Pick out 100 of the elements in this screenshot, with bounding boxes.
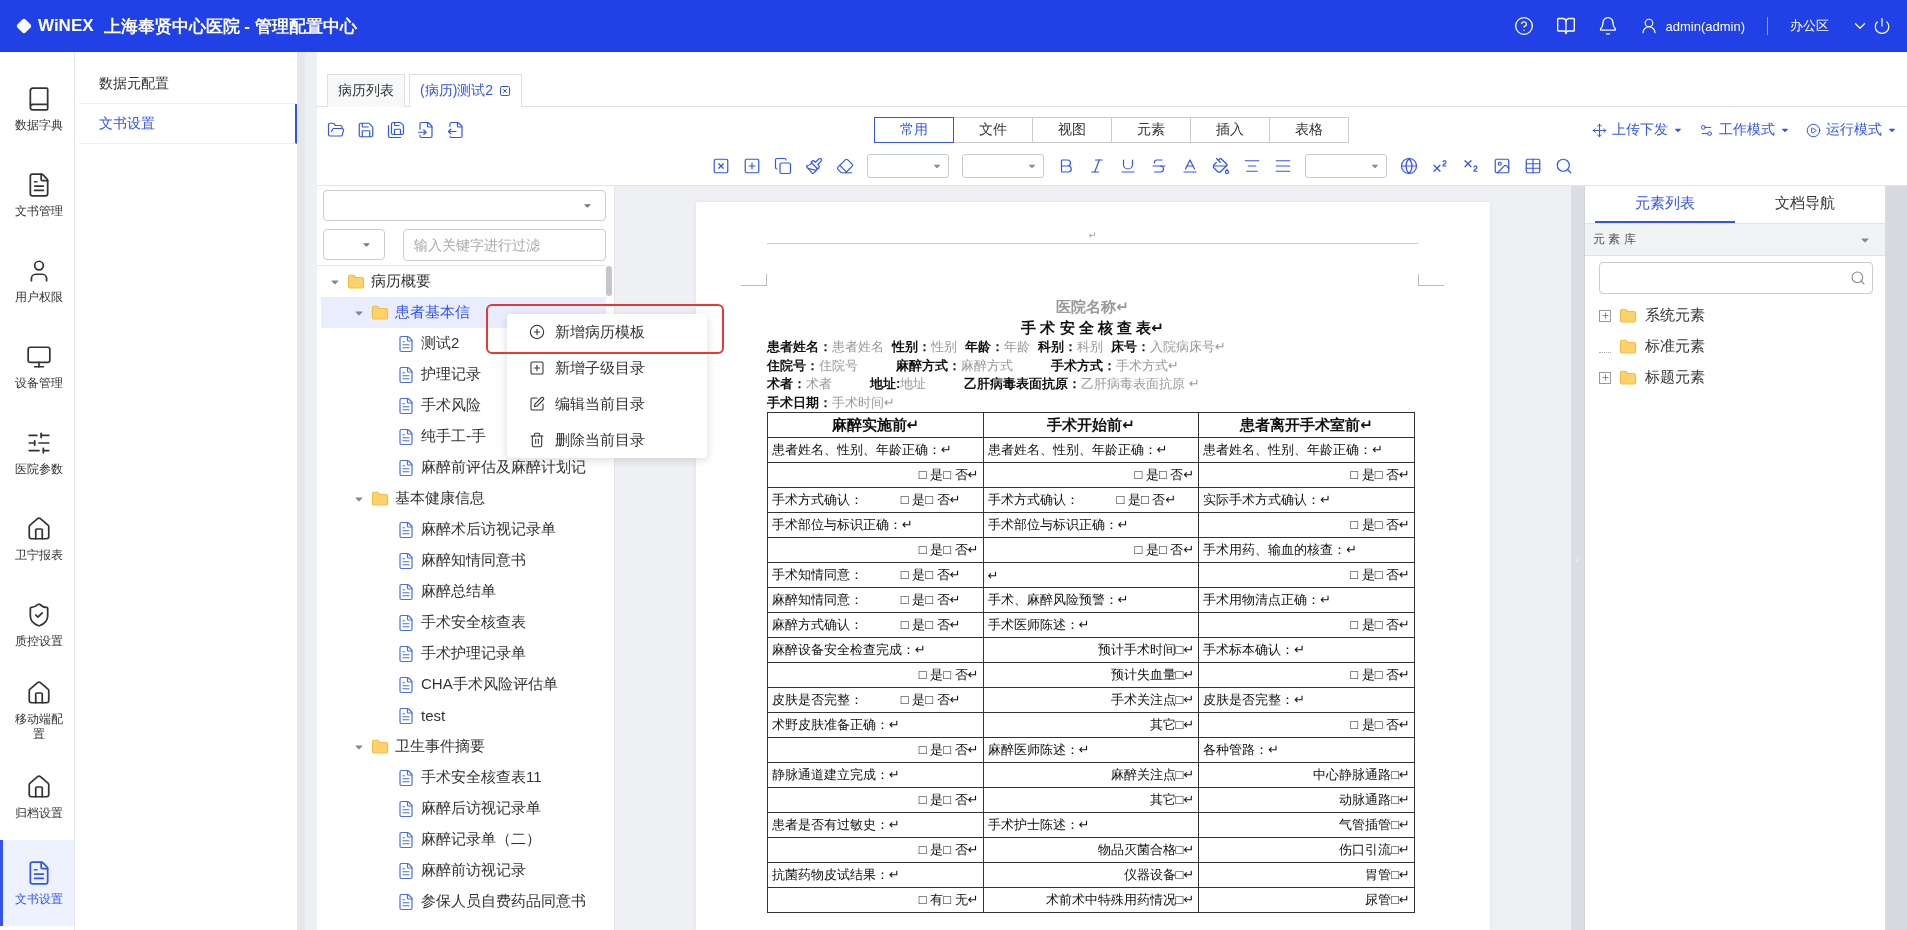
checkbox-options[interactable]: □ 是□ 否↵ [767, 787, 984, 813]
checkbox-options[interactable]: 术前术中特殊用药情况□↵ [983, 887, 1199, 913]
mode-button[interactable]: 运行模式 [1826, 121, 1882, 139]
nav-item[interactable]: 归档设置 [0, 754, 74, 840]
checkbox-options[interactable]: □ 是□ 否↵ [900, 491, 961, 509]
checkbox-options[interactable]: 胃管□↵ [1198, 862, 1415, 888]
ribbon-tab[interactable]: 常用 [874, 117, 954, 143]
copy-icon[interactable] [773, 157, 792, 175]
bell-icon[interactable] [1597, 16, 1618, 36]
scrollbar-track[interactable] [1885, 186, 1907, 930]
tree-item[interactable]: 病历概要 [321, 266, 606, 297]
area-label[interactable]: 办公区 [1790, 17, 1829, 35]
checkbox-options[interactable]: □ 是□ 否↵ [1198, 512, 1415, 538]
clear-icon[interactable] [711, 157, 730, 175]
nav-item[interactable]: 设备管理 [0, 324, 74, 410]
superscript-icon[interactable] [1430, 157, 1449, 175]
checkbox-options[interactable]: 物品灭菌合格□↵ [983, 837, 1199, 863]
checkbox-options[interactable]: 中心静脉通路□↵ [1198, 762, 1415, 788]
filter-field[interactable]: 输入关键字进行过滤 [403, 229, 606, 261]
checkbox-options[interactable]: □ 是□ 否↵ [767, 662, 984, 688]
tree-item[interactable]: 手术安全核查表11 [321, 762, 606, 793]
checkbox-options[interactable]: 尿管□↵ [1198, 887, 1415, 913]
tab[interactable]: 文档导航 [1735, 186, 1875, 223]
ribbon-tab[interactable]: 文件 [953, 117, 1033, 143]
checkbox-options[interactable]: □ 是□ 否↵ [900, 591, 961, 609]
checkbox-options[interactable]: □ 是□ 否↵ [767, 837, 984, 863]
book-icon[interactable] [1555, 16, 1576, 36]
menu-item[interactable]: 文书设置 [79, 104, 297, 144]
open-icon[interactable] [327, 121, 345, 139]
search-field[interactable] [1599, 262, 1873, 294]
ribbon-tab[interactable]: 视图 [1032, 117, 1112, 143]
tree-item[interactable]: test [321, 700, 606, 731]
tree-item[interactable]: 麻醉知情同意书 [321, 545, 606, 576]
ribbon-tab[interactable]: 元素 [1111, 117, 1191, 143]
tab[interactable]: 病历列表 [327, 74, 405, 107]
checkbox-options[interactable]: □ 是□ 否↵ [900, 566, 961, 584]
checkbox-options[interactable]: 仪器设备□↵ [983, 862, 1199, 888]
play-icon[interactable] [1806, 122, 1821, 138]
tree-item[interactable]: 手术护理记录单 [321, 638, 606, 669]
mode-button[interactable]: 工作模式 [1719, 121, 1775, 139]
nav-item[interactable]: 移动端配置 [0, 668, 74, 754]
tree-item[interactable]: 麻醉后访视记录单 [321, 793, 606, 824]
checkbox-options[interactable]: 预计失血量□↵ [983, 662, 1199, 688]
checkbox-options[interactable]: 预计手术时间□↵ [983, 637, 1199, 663]
tree-item[interactable]: 标准元素 [1585, 331, 1885, 362]
save-icon[interactable] [357, 121, 375, 139]
tree-item[interactable]: 标题元素 [1585, 362, 1885, 393]
checkbox-options[interactable]: □ 有□ 无↵ [767, 887, 984, 913]
checkbox-options[interactable]: □ 是□ 否↵ [983, 537, 1199, 563]
tree-item[interactable]: 麻醉记录单（二） [321, 824, 606, 855]
export-icon[interactable] [447, 121, 465, 139]
checkbox-options[interactable]: □ 是□ 否↵ [767, 537, 984, 563]
ribbon-tab[interactable]: 插入 [1190, 117, 1270, 143]
tree-item[interactable]: 基本健康信息 [321, 483, 606, 514]
tree-item[interactable]: 手术安全核查表 [321, 607, 606, 638]
menu-item[interactable]: 新增子级目录 [507, 350, 707, 386]
tree-item[interactable]: 麻醉前访视记录 [321, 855, 606, 886]
expand-icon[interactable] [1599, 371, 1611, 384]
collapse-handle[interactable] [1571, 186, 1584, 930]
power-icon[interactable] [1873, 17, 1891, 35]
tree-item[interactable]: 麻醉总结单 [321, 576, 606, 607]
user-name[interactable]: admin(admin) [1665, 18, 1745, 34]
checkbox-options[interactable]: □ 是□ 否↵ [1198, 712, 1415, 738]
checkbox-options[interactable]: □ 是□ 否↵ [1198, 662, 1415, 688]
nav-item[interactable]: 数据字典 [0, 66, 74, 152]
fill-icon[interactable] [1211, 157, 1230, 175]
list-icon[interactable] [1273, 157, 1292, 175]
settings-icon[interactable] [1699, 122, 1714, 138]
checkbox-options[interactable]: 气管插管□↵ [1198, 812, 1415, 838]
checkbox-options[interactable]: □ 是□ 否↵ [900, 616, 961, 634]
tree-item[interactable]: 卫生事件摘要 [321, 731, 606, 762]
table-icon[interactable] [1523, 157, 1542, 175]
ribbon-tab[interactable]: 表格 [1269, 117, 1349, 143]
move-icon[interactable] [1592, 122, 1607, 138]
brush-icon[interactable] [804, 157, 823, 175]
tab[interactable]: (病历)测试2 [409, 74, 523, 107]
tree-item[interactable]: 参保人员自费药品同意书 [321, 886, 606, 917]
nav-item[interactable]: 用户权限 [0, 238, 74, 324]
subscript-icon[interactable] [1461, 157, 1480, 175]
checkbox-options[interactable]: □ 是□ 否↵ [1116, 491, 1177, 509]
search-icon[interactable] [1554, 157, 1573, 175]
checkbox-options[interactable]: □ 是□ 否↵ [1198, 562, 1415, 588]
eraser-icon[interactable] [835, 157, 854, 175]
expand-icon[interactable] [1599, 309, 1611, 322]
mode-button[interactable]: 上传下发 [1612, 121, 1668, 139]
checkbox-options[interactable]: 动脉通路□↵ [1198, 787, 1415, 813]
nav-item[interactable]: 文书设置 [0, 840, 74, 926]
globe-icon[interactable] [1399, 157, 1418, 175]
nav-item[interactable]: 医院参数 [0, 410, 74, 496]
menu-item[interactable]: 编辑当前目录 [507, 386, 707, 422]
checkbox-options[interactable]: 手术关注点□↵ [983, 687, 1199, 713]
checkbox-options[interactable]: 其它□↵ [983, 787, 1199, 813]
nav-item[interactable]: 文书管理 [0, 152, 74, 238]
checkbox-options[interactable]: 伤口引流□↵ [1198, 837, 1415, 863]
checkbox-options[interactable]: □ 是□ 否↵ [1198, 462, 1415, 488]
checkbox-options[interactable]: □ 是□ 否↵ [767, 737, 984, 763]
help-icon[interactable] [1513, 16, 1534, 36]
checkbox-options[interactable]: □ 是□ 否↵ [767, 462, 984, 488]
tree-item[interactable]: CHA手术风险评估单 [321, 669, 606, 700]
checkbox-options[interactable]: □ 是□ 否↵ [983, 462, 1199, 488]
